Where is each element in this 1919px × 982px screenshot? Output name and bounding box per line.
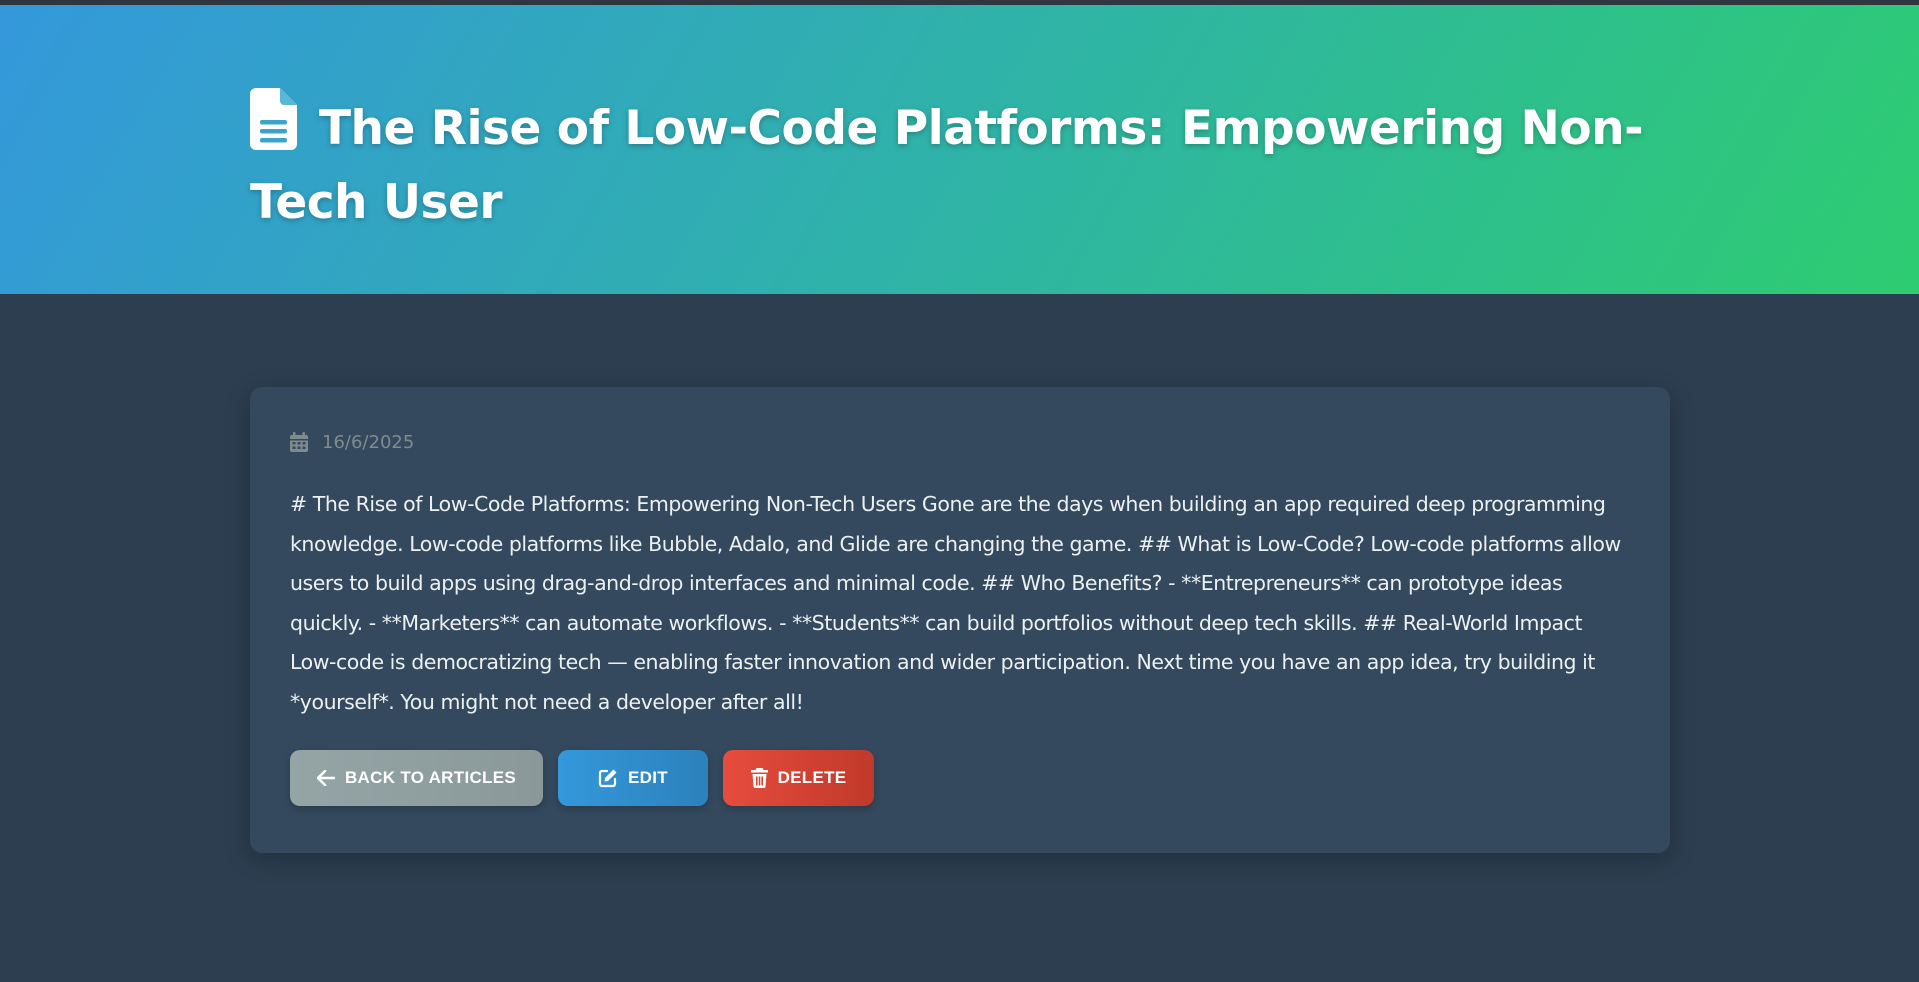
trash-icon [750,768,768,788]
edit-button[interactable]: EDIT [558,750,708,806]
header-content: The Rise of Low-Code Platforms: Empoweri… [250,88,1670,237]
article-meta: 16/6/2025 [290,429,1630,455]
edit-button-label: EDIT [628,768,668,787]
article-date: 16/6/2025 [322,431,415,453]
article-card: 16/6/2025 # The Rise of Low-Code Platfor… [250,387,1670,853]
back-to-articles-button[interactable]: BACK TO ARTICLES [290,750,543,806]
article-actions: BACK TO ARTICLES EDIT DELETE [290,750,1630,806]
article-body: # The Rise of Low-Code Platforms: Empowe… [290,492,1621,714]
calendar-icon [290,432,308,452]
back-button-label: BACK TO ARTICLES [344,768,517,787]
delete-button[interactable]: DELETE [723,750,874,806]
arrow-left-icon [316,770,335,786]
edit-icon [598,769,617,788]
delete-button-label: DELETE [777,768,847,787]
page-title: The Rise of Low-Code Platforms: Empoweri… [250,88,1670,237]
page-title-text: The Rise of Low-Code Platforms: Empoweri… [250,101,1644,230]
document-icon [250,88,297,169]
page-header: The Rise of Low-Code Platforms: Empoweri… [0,5,1919,294]
